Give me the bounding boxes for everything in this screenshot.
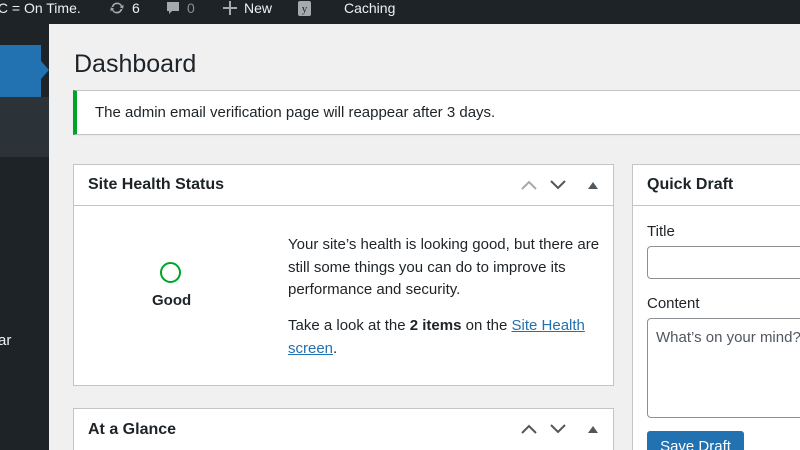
glance-move-down-button[interactable] (548, 421, 568, 437)
health-prompt-after: . (333, 339, 338, 357)
chevron-up-icon (521, 180, 537, 190)
admin-bar-site-name[interactable]: IC = On Time. (0, 0, 81, 24)
yoast-icon: y (297, 0, 313, 19)
menu-item-dashboard[interactable] (0, 45, 41, 97)
notice-text: The admin email verification page will r… (95, 104, 496, 121)
glance-move-up-button[interactable] (519, 421, 539, 437)
updates-icon (108, 0, 126, 18)
at-a-glance-header: At a Glance (74, 409, 613, 450)
move-up-button[interactable] (519, 177, 539, 193)
svg-text:y: y (302, 3, 308, 15)
quick-draft-header: Quick Draft (633, 165, 800, 206)
health-prompt-before: Take a look at the (288, 317, 410, 334)
chevron-up-icon (521, 424, 537, 434)
comment-icon (165, 0, 181, 18)
health-status-circle (160, 262, 181, 283)
site-health-title: Site Health Status (88, 176, 225, 193)
site-health-header: Site Health Status (74, 165, 613, 206)
draft-content-label: Content (647, 295, 700, 312)
site-name-label: IC = On Time. (0, 0, 81, 16)
plus-icon (222, 0, 238, 18)
quick-draft-widget: Quick Draft Title Content Save Draft (632, 164, 800, 450)
save-draft-button[interactable]: Save Draft (647, 431, 744, 450)
admin-bar-yoast[interactable]: y (297, 0, 313, 24)
current-menu-arrow (41, 61, 49, 79)
draft-title-input[interactable] (647, 246, 800, 279)
at-a-glance-widget: At a Glance (73, 408, 614, 450)
comments-count: 0 (187, 0, 195, 16)
toggle-panel-button[interactable] (583, 177, 603, 193)
chevron-down-icon (550, 424, 566, 434)
admin-bar-new[interactable]: New (222, 0, 272, 24)
triangle-up-icon (588, 181, 598, 189)
draft-content-textarea[interactable] (647, 318, 800, 418)
page-title: Dashboard (74, 50, 197, 78)
chevron-down-icon (550, 180, 566, 190)
success-notice: The admin email verification page will r… (73, 90, 800, 135)
admin-bar: IC = On Time. 6 0 New y Caching (0, 0, 800, 24)
glance-toggle-panel-button[interactable] (583, 421, 603, 437)
health-prompt: Take a look at the 2 items on the Site H… (288, 315, 608, 360)
quick-draft-title: Quick Draft (647, 176, 734, 193)
health-prompt-middle: on the (461, 317, 512, 334)
site-health-widget: Site Health Status Good Your site’s heal… (73, 164, 614, 386)
caching-label: Caching (344, 0, 396, 16)
health-status-label: Good (152, 292, 192, 309)
admin-bar-comments[interactable]: 0 (165, 0, 195, 24)
at-a-glance-title: At a Glance (88, 421, 177, 438)
new-label: New (244, 0, 273, 16)
menu-item-partial-label[interactable]: ar (0, 332, 11, 349)
dashboard-submenu[interactable] (0, 97, 49, 157)
triangle-up-icon (588, 425, 598, 433)
move-down-button[interactable] (548, 177, 568, 193)
admin-bar-caching[interactable]: Caching (344, 0, 395, 24)
admin-bar-updates[interactable]: 6 (108, 0, 140, 24)
draft-title-label: Title (647, 223, 675, 240)
health-items-count: 2 items (409, 317, 462, 334)
admin-menu: ar (0, 24, 49, 450)
updates-count: 6 (132, 0, 140, 16)
health-description: Your site’s health is looking good, but … (288, 236, 600, 298)
